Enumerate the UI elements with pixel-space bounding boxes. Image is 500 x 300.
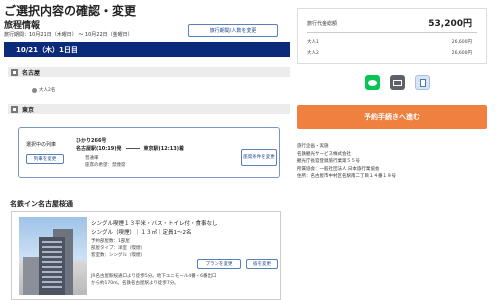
company-line: 所属協会：一般社団法人 日本旅行業協会 (297, 166, 380, 172)
person-icon (32, 87, 37, 93)
route-arrow-icon (125, 148, 140, 149)
train-departure: 名古屋駅(10:19)発 (76, 146, 122, 152)
train-card: 選択中の列車 列車を変更 ひかり266号 名古屋駅(10:19)発 東京駅(12… (18, 127, 280, 178)
copy-icon[interactable] (415, 75, 430, 90)
section-heading: 旅程情報 (4, 21, 41, 31)
room-detail: 部屋タイプ：洋室（喫煙） (91, 246, 145, 251)
share-icons (365, 75, 430, 90)
proceed-to-booking-button[interactable]: 予約手続きへ進む (297, 105, 487, 129)
change-train-button[interactable]: 列車を変更 (26, 154, 64, 164)
hotel-access: JR名古屋駅桜通口より徒歩5分。地下ユニモール4番・6番出口 (91, 274, 217, 279)
company-info: 旅行企画・実施 名鉄観光サービス株式会社 観光庁長官登録旅行業第５５号 所属協会… (297, 143, 487, 181)
price-line-label: 大人2 (307, 51, 319, 56)
divider (307, 32, 477, 33)
change-seat-button[interactable]: 座席条件を変更 (241, 149, 277, 166)
company-line: 名鉄観光サービス株式会社 (297, 151, 351, 157)
price-summary: 旅行代金総額 53,200円 大人1 26,600円 大人2 26,600円 (297, 8, 487, 64)
change-dates-button[interactable]: 旅行期間/人数を変更 (188, 24, 278, 37)
hotel-name: 名鉄イン名古屋桜通 (10, 200, 73, 208)
company-line: 住所：名古屋市中村区名駅南二丁目１４番１９号 (297, 174, 396, 179)
hotel-photo (19, 217, 87, 295)
train-name: ひかり266号 (76, 138, 107, 144)
page-title: ご選択内容の確認・変更 (4, 4, 137, 18)
price-total: 53,200円 (428, 19, 472, 29)
travel-period: 旅行期間：10月21日（木曜日） 〜 10月22日（金曜日） (4, 32, 133, 38)
hotel-card: シングル喫煙１３平米・バス・トイレ付・食事なし シングル（喫煙）｜１３㎡｜定員1… (11, 211, 281, 300)
origin-name: 名古屋 (22, 69, 41, 77)
room-detail: 予約部屋数：1部屋 (91, 239, 130, 244)
price-line-value: 26,600円 (451, 40, 472, 45)
party-size: 大人2名 (32, 87, 55, 93)
itinerary-panel: ご選択内容の確認・変更 旅程情報 旅行期間：10月21日（木曜日） 〜 10月2… (4, 0, 290, 300)
price-line: 大人1 26,600円 (307, 39, 472, 45)
change-plan-button[interactable]: プランを変更 (197, 259, 241, 269)
day-header: 10/21（木）1日目 (4, 42, 290, 57)
price-line-label: 大人1 (307, 40, 319, 45)
price-line: 大人2 26,600円 (307, 50, 472, 56)
price-label: 旅行代金総額 (307, 21, 338, 27)
destination-name: 東京 (22, 106, 35, 114)
price-line-value: 26,600円 (451, 51, 472, 56)
train-arrival: 東京駅(12:13)着 (143, 146, 185, 152)
room-plan: シングル（喫煙）｜１３㎡｜定員1〜2名 (91, 230, 192, 236)
hotel-access: から約170m。名鉄名古屋駅より徒歩7分。 (91, 281, 179, 286)
party-size-text: 大人2名 (39, 88, 56, 93)
train-route: 名古屋駅(10:19)発 東京駅(12:13)着 (76, 145, 184, 152)
seat-preference: 座席の希望：禁煙席 (85, 163, 126, 168)
location-icon (11, 68, 18, 76)
origin-row: 名古屋 (8, 67, 290, 77)
destination-row: 東京 (8, 104, 290, 114)
room-detail: 客室数：シングル（喫煙） (91, 253, 145, 258)
train-selected-label: 選択中の列車 (26, 142, 57, 148)
company-line: 観光庁長官登録旅行業第５５号 (297, 159, 360, 164)
location-icon (11, 105, 18, 113)
mail-icon[interactable] (390, 75, 405, 90)
company-line: 旅行企画・実施 (297, 144, 329, 149)
line-icon[interactable] (365, 75, 380, 90)
train-class: 普通車 (85, 156, 99, 161)
room-name: シングル喫煙１３平米・バス・トイレ付・食事なし (91, 221, 218, 227)
change-hotel-button[interactable]: 宿を変更 (246, 259, 278, 269)
